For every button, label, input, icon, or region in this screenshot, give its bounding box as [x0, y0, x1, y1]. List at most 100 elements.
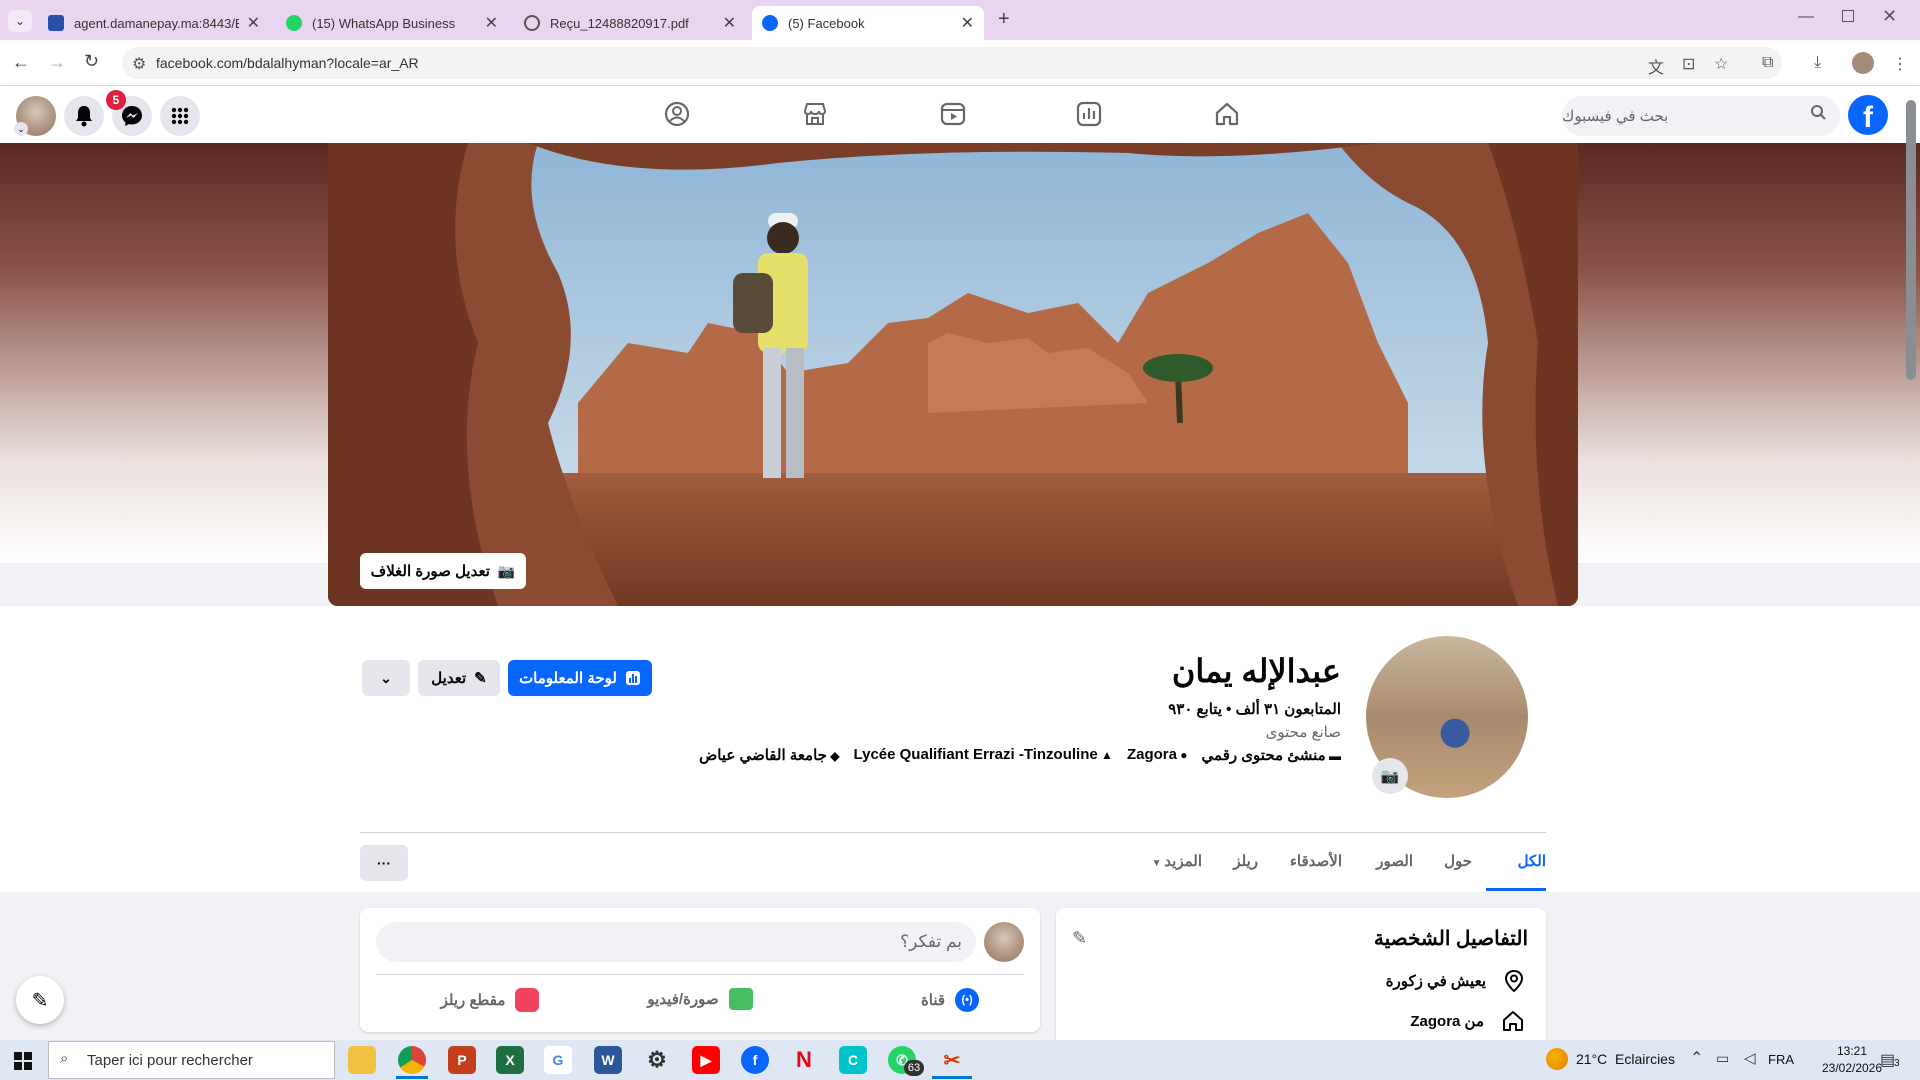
menu-grid-button[interactable]: [160, 96, 200, 136]
home-icon: [1503, 1011, 1523, 1031]
tab-all[interactable]: الكل: [1518, 852, 1546, 870]
taskbar-search-box[interactable]: Taper ici pour rechercher: [48, 1041, 335, 1079]
edit-profile-button[interactable]: ✎ تعديل: [418, 660, 500, 696]
weather-text[interactable]: 21°C Eclaircies: [1576, 1051, 1675, 1067]
composer-action-live[interactable]: (•) قناة: [880, 988, 1020, 1012]
messenger-icon: [122, 106, 142, 126]
minimize-icon[interactable]: —: [1798, 8, 1814, 26]
detail-briefcase[interactable]: ▬ منشئ محتوى رقمي: [1202, 746, 1341, 764]
post-composer-card: بم تفكر؟ (•) قناة صورة/فيديو مقطع ريلز: [360, 908, 1040, 1032]
detail-location[interactable]: ● Zagora: [1127, 746, 1188, 764]
facebook-logo-icon[interactable]: f: [1848, 95, 1888, 135]
chrome-icon[interactable]: [398, 1046, 426, 1074]
download-icon[interactable]: ⤓: [1814, 54, 1821, 72]
browser-profile-avatar[interactable]: [1852, 52, 1874, 74]
groups-icon[interactable]: [663, 100, 691, 128]
camera-icon: 📷: [497, 562, 516, 579]
site-info-icon[interactable]: ⚙: [132, 54, 146, 74]
tabs-more-dots-button[interactable]: ···: [360, 845, 408, 881]
tab-more[interactable]: ▼ المزيد: [1152, 852, 1202, 870]
youtube-icon[interactable]: ▶: [692, 1046, 720, 1074]
install-app-icon[interactable]: ⊡: [1682, 54, 1695, 74]
close-icon[interactable]: ✕: [723, 13, 736, 33]
whatsapp-favicon-icon: [286, 15, 302, 31]
snipping-tool-icon[interactable]: ✂: [938, 1046, 966, 1074]
tab-photos[interactable]: الصور: [1376, 852, 1413, 870]
composer-action-reels[interactable]: مقطع ريلز: [420, 988, 560, 1012]
weather-icon[interactable]: [1546, 1048, 1568, 1070]
file-explorer-icon[interactable]: [348, 1046, 376, 1074]
more-options-chevron-button[interactable]: ⌄: [362, 660, 410, 696]
pencil-icon[interactable]: ✎: [1072, 928, 1087, 949]
close-icon[interactable]: ✕: [247, 13, 260, 33]
search-icon: [1810, 104, 1826, 120]
tab-about[interactable]: حول: [1444, 852, 1472, 870]
notification-center-icon[interactable]: ▤: [1880, 1050, 1895, 1070]
followers-line[interactable]: المتابعون ٣١ ألف • يتابع ٩٣٠: [1168, 700, 1341, 718]
detail-university[interactable]: ◆ جامعة القاضي عياض: [699, 746, 839, 764]
home-icon[interactable]: [1213, 100, 1241, 128]
language-indicator[interactable]: FRA: [1768, 1052, 1794, 1067]
marketplace-store-icon[interactable]: [801, 100, 829, 128]
composer-avatar[interactable]: [984, 922, 1024, 962]
close-icon[interactable]: ✕: [485, 13, 498, 33]
network-icon[interactable]: ▭: [1716, 1050, 1729, 1067]
forward-arrow-icon[interactable]: →: [48, 52, 66, 73]
chrome-active-indicator: [396, 1076, 428, 1079]
excel-icon[interactable]: X: [496, 1046, 524, 1074]
powerpoint-icon[interactable]: P: [448, 1046, 476, 1074]
dashboard-chart-icon[interactable]: [1075, 100, 1103, 128]
browser-menu-icon[interactable]: ⋮: [1892, 54, 1908, 74]
dashboard-button[interactable]: لوحة المعلومات: [508, 660, 652, 696]
extensions-icon[interactable]: ⧉: [1762, 54, 1773, 72]
grid-icon: [171, 107, 189, 125]
composer-divider: [376, 974, 1024, 975]
browser-tab-facebook[interactable]: (5) Facebook ✕: [752, 6, 984, 40]
tab-title: (15) WhatsApp Business: [312, 15, 456, 31]
close-icon[interactable]: ✕: [961, 13, 974, 33]
translate-icon[interactable]: 文: [1648, 54, 1664, 78]
tab-reels[interactable]: ريلز: [1233, 852, 1258, 870]
profile-camera-button[interactable]: 📷: [1372, 758, 1408, 794]
facebook-search-input[interactable]: بحث في فيسبوك: [1562, 96, 1840, 136]
tab-search-chevron-icon[interactable]: ⌄: [8, 10, 32, 32]
reload-icon[interactable]: ↻: [84, 51, 99, 72]
edit-cover-button[interactable]: 📷 تعديل صورة الغلاف: [360, 553, 526, 589]
address-bar[interactable]: facebook.com/bdalalhyman?locale=ar_AR: [122, 47, 1782, 79]
reels-icon: [515, 988, 540, 1012]
snipping-active-indicator: [932, 1076, 972, 1079]
page-scrollbar[interactable]: [1906, 100, 1916, 380]
briefcase-icon: ▬: [1325, 749, 1341, 763]
cover-photo[interactable]: [328, 143, 1578, 606]
browser-tab-pdf[interactable]: Reçu_12488820917.pdf ✕: [514, 6, 746, 40]
whatsapp-badge: 63: [904, 1060, 924, 1076]
bookmark-star-icon[interactable]: ☆: [1714, 54, 1728, 74]
tab-all-underline: [1486, 888, 1546, 891]
close-window-icon[interactable]: ✕: [1882, 6, 1897, 27]
windows-start-icon[interactable]: [14, 1052, 32, 1070]
detail-school[interactable]: ▲ Lycée Qualifiant Errazi -Tinzouline: [854, 746, 1113, 764]
restore-icon[interactable]: [1842, 10, 1854, 22]
volume-icon[interactable]: ◁: [1744, 1049, 1756, 1067]
facebook-app-icon[interactable]: f: [741, 1046, 769, 1074]
browser-tab-whatsapp[interactable]: (15) WhatsApp Business ✕: [276, 6, 508, 40]
notifications-button[interactable]: [64, 96, 104, 136]
tab-friends[interactable]: الأصدقاء: [1290, 852, 1342, 870]
browser-tab-damanepay[interactable]: agent.damanepay.ma:8443/EDP ✕: [38, 6, 270, 40]
composer-action-photo[interactable]: صورة/فيديو: [630, 988, 770, 1010]
netflix-icon[interactable]: N: [790, 1046, 818, 1074]
pencil-icon: ✎: [474, 670, 487, 687]
video-play-icon[interactable]: [939, 100, 967, 128]
detail-row-from: من Zagora: [1410, 1010, 1524, 1032]
new-message-button[interactable]: ✎: [16, 976, 64, 1024]
back-arrow-icon[interactable]: ←: [12, 52, 30, 73]
canva-icon[interactable]: C: [839, 1046, 867, 1074]
composer-placeholder: بم تفكر؟: [900, 932, 962, 951]
tray-chevron-up-icon[interactable]: ⌃: [1690, 1048, 1703, 1068]
word-icon[interactable]: W: [594, 1046, 622, 1074]
google-app-icon[interactable]: G: [544, 1046, 572, 1074]
composer-input[interactable]: بم تفكر؟: [376, 922, 976, 962]
account-chevron-icon[interactable]: ⌄: [14, 122, 28, 136]
new-tab-button[interactable]: +: [998, 8, 1010, 31]
settings-gear-icon[interactable]: ⚙: [643, 1046, 671, 1074]
